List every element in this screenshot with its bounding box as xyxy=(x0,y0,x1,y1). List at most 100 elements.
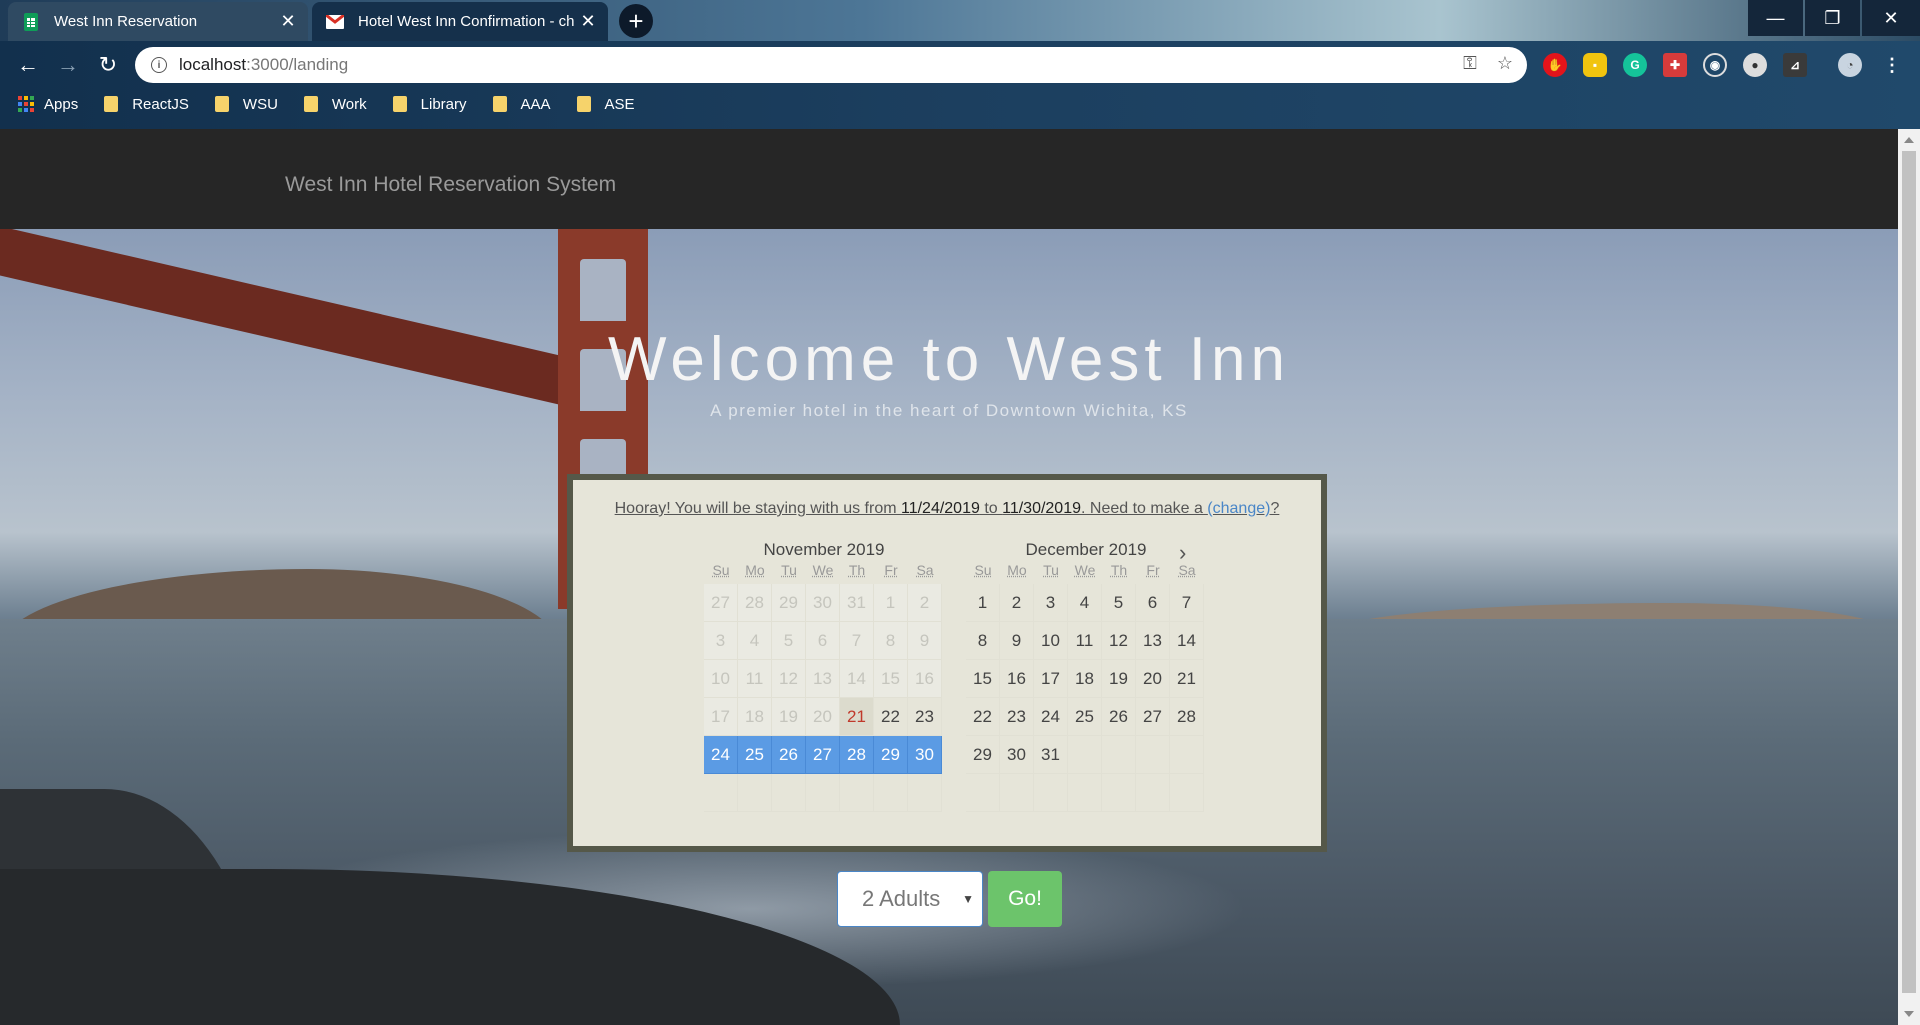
bookmarks-bar: Apps ReactJS WSU Work Library AAA ASE xyxy=(18,92,661,116)
calendar-empty-cell xyxy=(1102,736,1136,774)
guests-select[interactable]: 2 Adults ▼ xyxy=(837,871,983,927)
tab-close-icon[interactable]: ✕ xyxy=(578,11,598,32)
profile-avatar[interactable]: ◔ xyxy=(1838,53,1862,77)
bookmark-work[interactable]: Work xyxy=(303,96,367,113)
calendar-day[interactable]: 30 xyxy=(1000,736,1034,774)
calendar-day[interactable]: 12 xyxy=(1102,622,1136,660)
calendar-day[interactable]: 21 xyxy=(1170,660,1204,698)
calendar-day[interactable]: 25 xyxy=(1068,698,1102,736)
calendar-day: 5 xyxy=(772,622,806,660)
calendar-day[interactable]: 10 xyxy=(1034,622,1068,660)
calendar-day[interactable]: 31 xyxy=(1034,736,1068,774)
go-button[interactable]: Go! xyxy=(988,871,1062,927)
calendar-day[interactable]: 18 xyxy=(1068,660,1102,698)
grammarly-extension-icon[interactable]: G xyxy=(1623,53,1647,77)
calendar-day: 14 xyxy=(840,660,874,698)
calendar-day[interactable]: 9 xyxy=(1000,622,1034,660)
calendar-day[interactable]: 1 xyxy=(966,584,1000,622)
calendar-day[interactable]: 28 xyxy=(1170,698,1204,736)
calendar-day[interactable]: 20 xyxy=(1136,660,1170,698)
calendar-day[interactable]: 16 xyxy=(1000,660,1034,698)
calendar-day[interactable]: 6 xyxy=(1136,584,1170,622)
tab-close-icon[interactable]: ✕ xyxy=(278,11,298,32)
bookmark-label: ASE xyxy=(604,95,635,113)
calendar-day[interactable]: 2 xyxy=(1000,584,1034,622)
weekday-header: Su Mo Tu We Th Fr Sa xyxy=(704,562,944,584)
address-bar[interactable]: i localhost:3000/landing ⚿ ☆ xyxy=(135,47,1527,83)
bookmark-wsu[interactable]: WSU xyxy=(214,96,278,113)
calendar-day[interactable]: 25 xyxy=(738,736,772,774)
calendar-day[interactable]: 14 xyxy=(1170,622,1204,660)
calendar-day[interactable]: 29 xyxy=(874,736,908,774)
calendar-day[interactable]: 7 xyxy=(1170,584,1204,622)
calendar-day[interactable]: 28 xyxy=(840,736,874,774)
key-icon[interactable]: ⚿ xyxy=(1463,53,1477,74)
star-icon[interactable]: ☆ xyxy=(1497,53,1513,74)
bookmark-ase[interactable]: ASE xyxy=(576,95,635,113)
mouse-extension-icon[interactable]: ▪ xyxy=(1583,53,1607,77)
calendar-day[interactable]: 17 xyxy=(1034,660,1068,698)
calendar-day[interactable]: 26 xyxy=(1102,698,1136,736)
site-brand[interactable]: West Inn Hotel Reservation System xyxy=(285,173,616,197)
folder-icon xyxy=(303,96,318,112)
calendar-day[interactable]: 24 xyxy=(1034,698,1068,736)
calendar-day[interactable]: 30 xyxy=(908,736,942,774)
change-link[interactable]: (change) xyxy=(1207,500,1270,517)
calendar-day[interactable]: 22 xyxy=(874,698,908,736)
new-tab-button[interactable]: + xyxy=(619,4,653,38)
calendar-day[interactable]: 15 xyxy=(966,660,1000,698)
scroll-up-icon[interactable] xyxy=(1904,137,1914,143)
calendar-day[interactable]: 8 xyxy=(966,622,1000,660)
minimize-button[interactable]: — xyxy=(1748,0,1803,36)
info-icon[interactable]: i xyxy=(151,57,167,73)
target-extension-icon[interactable]: ◉ xyxy=(1703,53,1727,77)
bookmark-library[interactable]: Library xyxy=(392,96,467,113)
bookmark-aaa[interactable]: AAA xyxy=(492,95,551,113)
calendar-day[interactable]: 27 xyxy=(806,736,840,774)
calendar-day[interactable]: 26 xyxy=(772,736,806,774)
calendar-day: 27 xyxy=(704,584,738,622)
calendar-day: 12 xyxy=(772,660,806,698)
calendar-day[interactable]: 11 xyxy=(1068,622,1102,660)
calendar-day[interactable]: 23 xyxy=(908,698,942,736)
folder-icon xyxy=(214,96,229,112)
pdf-extension-icon[interactable]: ⊿ xyxy=(1783,53,1807,77)
next-month-chevron-icon[interactable]: › xyxy=(1179,540,1186,566)
calendar-day[interactable]: 27 xyxy=(1136,698,1170,736)
close-window-button[interactable]: ✕ xyxy=(1862,0,1920,36)
record-extension-icon[interactable]: ● xyxy=(1743,53,1767,77)
calendar-day[interactable]: 4 xyxy=(1068,584,1102,622)
calendar-day[interactable]: 29 xyxy=(966,736,1000,774)
scroll-down-icon[interactable] xyxy=(1904,1011,1914,1017)
calendar-day: 11 xyxy=(738,660,772,698)
calendar-day[interactable]: 23 xyxy=(1000,698,1034,736)
calendar-day: 15 xyxy=(874,660,908,698)
stay-text: to xyxy=(979,500,1003,517)
calendar-empty-cell xyxy=(966,774,1000,812)
bookmark-label: AAA xyxy=(520,95,551,113)
menu-icon[interactable]: ⋮ xyxy=(1880,53,1904,77)
gift-extension-icon[interactable]: ✚ xyxy=(1663,53,1687,77)
calendar-day[interactable]: 5 xyxy=(1102,584,1136,622)
adblock-extension-icon[interactable]: ✋ xyxy=(1543,53,1567,77)
page-scrollbar[interactable] xyxy=(1898,129,1920,1025)
restore-button[interactable]: ❐ xyxy=(1805,0,1860,36)
calendar-day[interactable]: 3 xyxy=(1034,584,1068,622)
bookmark-label: ReactJS xyxy=(132,95,189,113)
tab-hotel-confirmation[interactable]: Hotel West Inn Confirmation - ch ✕ xyxy=(312,2,608,41)
calendar-day[interactable]: 24 xyxy=(704,736,738,774)
weekday-label: Th xyxy=(1110,562,1128,578)
calendar-day[interactable]: 22 xyxy=(966,698,1000,736)
bookmark-reactjs[interactable]: ReactJS xyxy=(104,96,189,113)
forward-icon[interactable]: → xyxy=(52,49,84,81)
scrollbar-thumb[interactable] xyxy=(1902,151,1916,993)
back-icon[interactable]: ← xyxy=(12,49,44,81)
bookmark-apps[interactable]: Apps xyxy=(18,96,78,113)
calendar-day[interactable]: 13 xyxy=(1136,622,1170,660)
tab-west-inn-reservation[interactable]: West Inn Reservation ✕ xyxy=(8,2,308,41)
folder-icon xyxy=(104,96,119,112)
reload-icon[interactable]: ↻ xyxy=(92,49,124,81)
calendar-day: 9 xyxy=(908,622,942,660)
calendar-day[interactable]: 19 xyxy=(1102,660,1136,698)
calendar-empty-cell xyxy=(1034,774,1068,812)
